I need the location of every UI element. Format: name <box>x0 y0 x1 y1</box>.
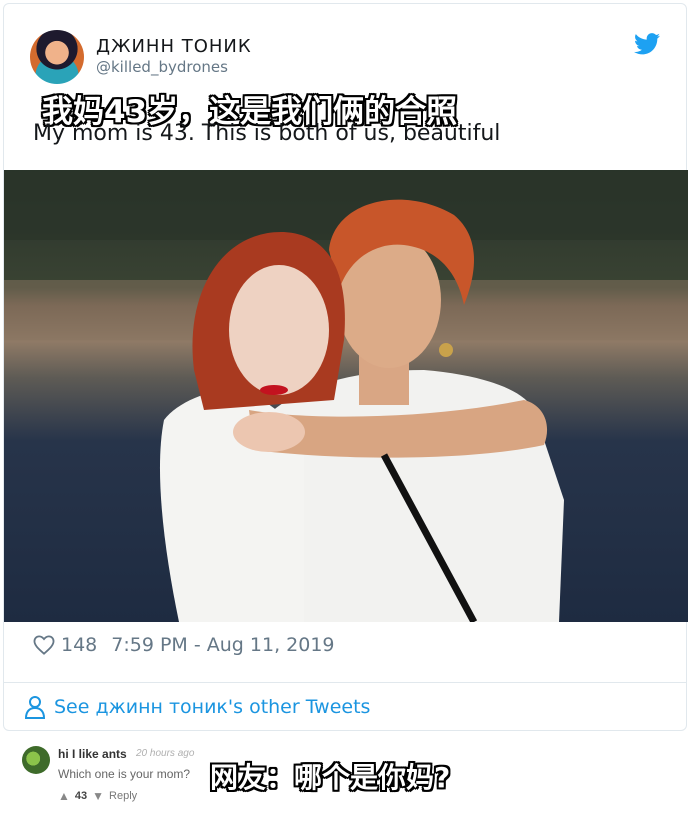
tweet-text: My mom is 43. This is both of us, beauti… <box>33 121 501 146</box>
tweet-meta-row: 148 7:59 PM - Aug 11, 2019 <box>33 632 335 658</box>
bottom-caption-overlay: 网友：哪个是你妈? <box>210 761 451 794</box>
twitter-bird-icon[interactable] <box>634 33 660 55</box>
display-name[interactable]: ДЖИНН ТОНИК <box>96 36 252 57</box>
downvote-icon[interactable]: ▼ <box>92 789 104 803</box>
photo-illustration <box>4 170 688 622</box>
heart-icon[interactable] <box>33 635 55 655</box>
commenter-avatar[interactable] <box>22 746 50 774</box>
comment-votes: 43 <box>74 790 88 802</box>
user-handle[interactable]: @killed_bydrones <box>96 58 228 76</box>
tweet-photo[interactable] <box>4 170 688 622</box>
reply-button[interactable]: Reply <box>109 790 137 802</box>
user-avatar[interactable] <box>30 30 84 84</box>
tweet-timestamp[interactable]: 7:59 PM - Aug 11, 2019 <box>111 634 334 656</box>
divider <box>4 682 686 683</box>
comment-time: 20 hours ago <box>136 748 195 759</box>
comment-username[interactable]: hi I like ants <box>58 747 127 761</box>
see-other-tweets-label[interactable]: See джинн тоник's other Tweets <box>54 696 370 718</box>
comment-text: Which one is your mom? <box>58 767 191 781</box>
person-icon <box>24 696 46 719</box>
upvote-icon[interactable]: ▲ <box>58 789 70 803</box>
see-other-tweets-link[interactable]: See джинн тоник's other Tweets <box>24 694 370 720</box>
comment-actions: ▲ 43 ▼ Reply <box>58 789 137 803</box>
like-count[interactable]: 148 <box>61 634 97 656</box>
